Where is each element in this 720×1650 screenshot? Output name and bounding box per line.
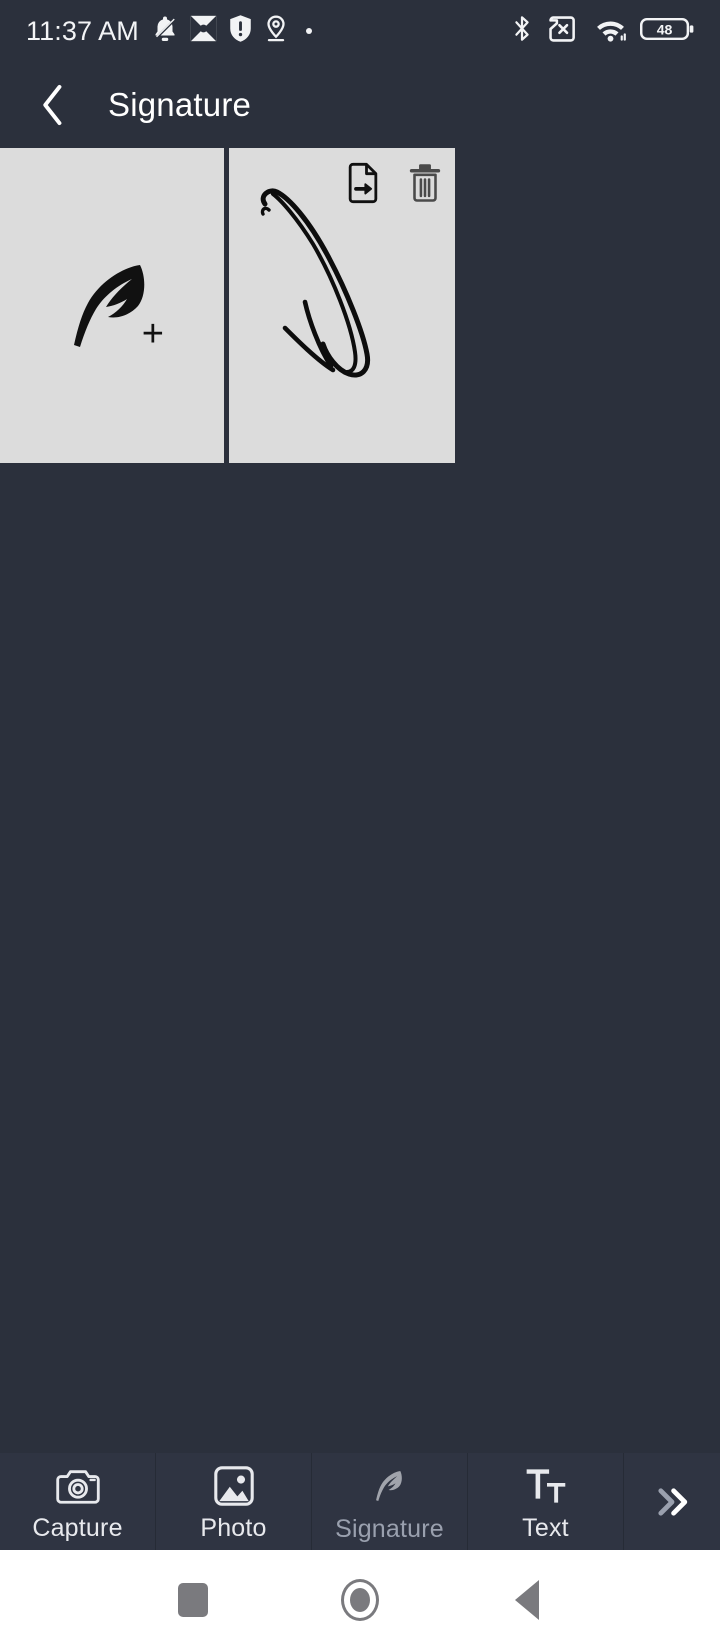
tool-signature[interactable]: Signature [312, 1453, 468, 1550]
back-nav-button[interactable] [22, 74, 84, 136]
tool-text-label: Text [522, 1513, 569, 1542]
triangle-icon [514, 1580, 539, 1620]
wifi-icon [594, 15, 627, 48]
handwritten-signature [260, 188, 371, 378]
text-format-icon [526, 1468, 565, 1503]
signature-card-actions [345, 162, 443, 209]
bluetooth-icon [509, 14, 535, 48]
page-title: Signature [108, 86, 252, 123]
phone-screen: 11:37 AM 48 Signature + Capture Photo Si… [0, 0, 720, 1650]
back-button[interactable] [492, 1565, 562, 1635]
bottom-toolbar: Capture Photo Signature Text [0, 1453, 720, 1550]
tool-capture[interactable]: Capture [0, 1453, 156, 1550]
signature-card[interactable] [229, 148, 455, 463]
status-bar-right: 48 [509, 14, 694, 48]
toolbar-more-button[interactable] [624, 1453, 720, 1550]
camera-icon [55, 1469, 100, 1504]
recents-button[interactable] [158, 1565, 228, 1635]
file-export-icon [348, 162, 378, 204]
plus-sign: + [141, 312, 164, 355]
home-button[interactable] [325, 1565, 395, 1635]
location-pin-icon [263, 14, 289, 48]
bell-muted-icon [150, 14, 180, 49]
battery-percent-text: 48 [657, 21, 673, 37]
battery-icon: 48 [640, 15, 694, 48]
signature-list: + [0, 148, 720, 463]
tool-photo-label: Photo [200, 1513, 267, 1542]
chevron-left-icon [43, 84, 62, 126]
tool-photo[interactable]: Photo [156, 1453, 312, 1550]
quill-icon [375, 1470, 402, 1501]
cards-row-filler [455, 148, 720, 463]
tool-text[interactable]: Text [468, 1453, 624, 1550]
trash-icon [409, 164, 441, 202]
add-signature-card[interactable]: + [0, 148, 224, 463]
square-icon [178, 1583, 209, 1617]
app-bar: Signature [0, 62, 720, 148]
android-nav-bar [0, 1550, 720, 1650]
circle-icon [340, 1579, 379, 1621]
tool-signature-label: Signature [335, 1514, 444, 1543]
delete-signature-button[interactable] [407, 162, 443, 209]
dot-icon [305, 28, 312, 34]
tool-capture-label: Capture [32, 1513, 123, 1542]
shield-alert-icon [227, 14, 254, 48]
export-signature-button[interactable] [345, 162, 381, 209]
sim-card-off-icon [548, 15, 581, 48]
image-icon [213, 1465, 254, 1506]
more-chevron-icon [658, 1487, 688, 1516]
status-clock: 11:37 AM [26, 15, 139, 46]
status-bar: 11:37 AM 48 [0, 0, 720, 62]
status-bar-left: 11:37 AM [26, 14, 509, 49]
app-diamond-icon [189, 14, 218, 48]
quill-plus-icon: + [52, 251, 172, 361]
